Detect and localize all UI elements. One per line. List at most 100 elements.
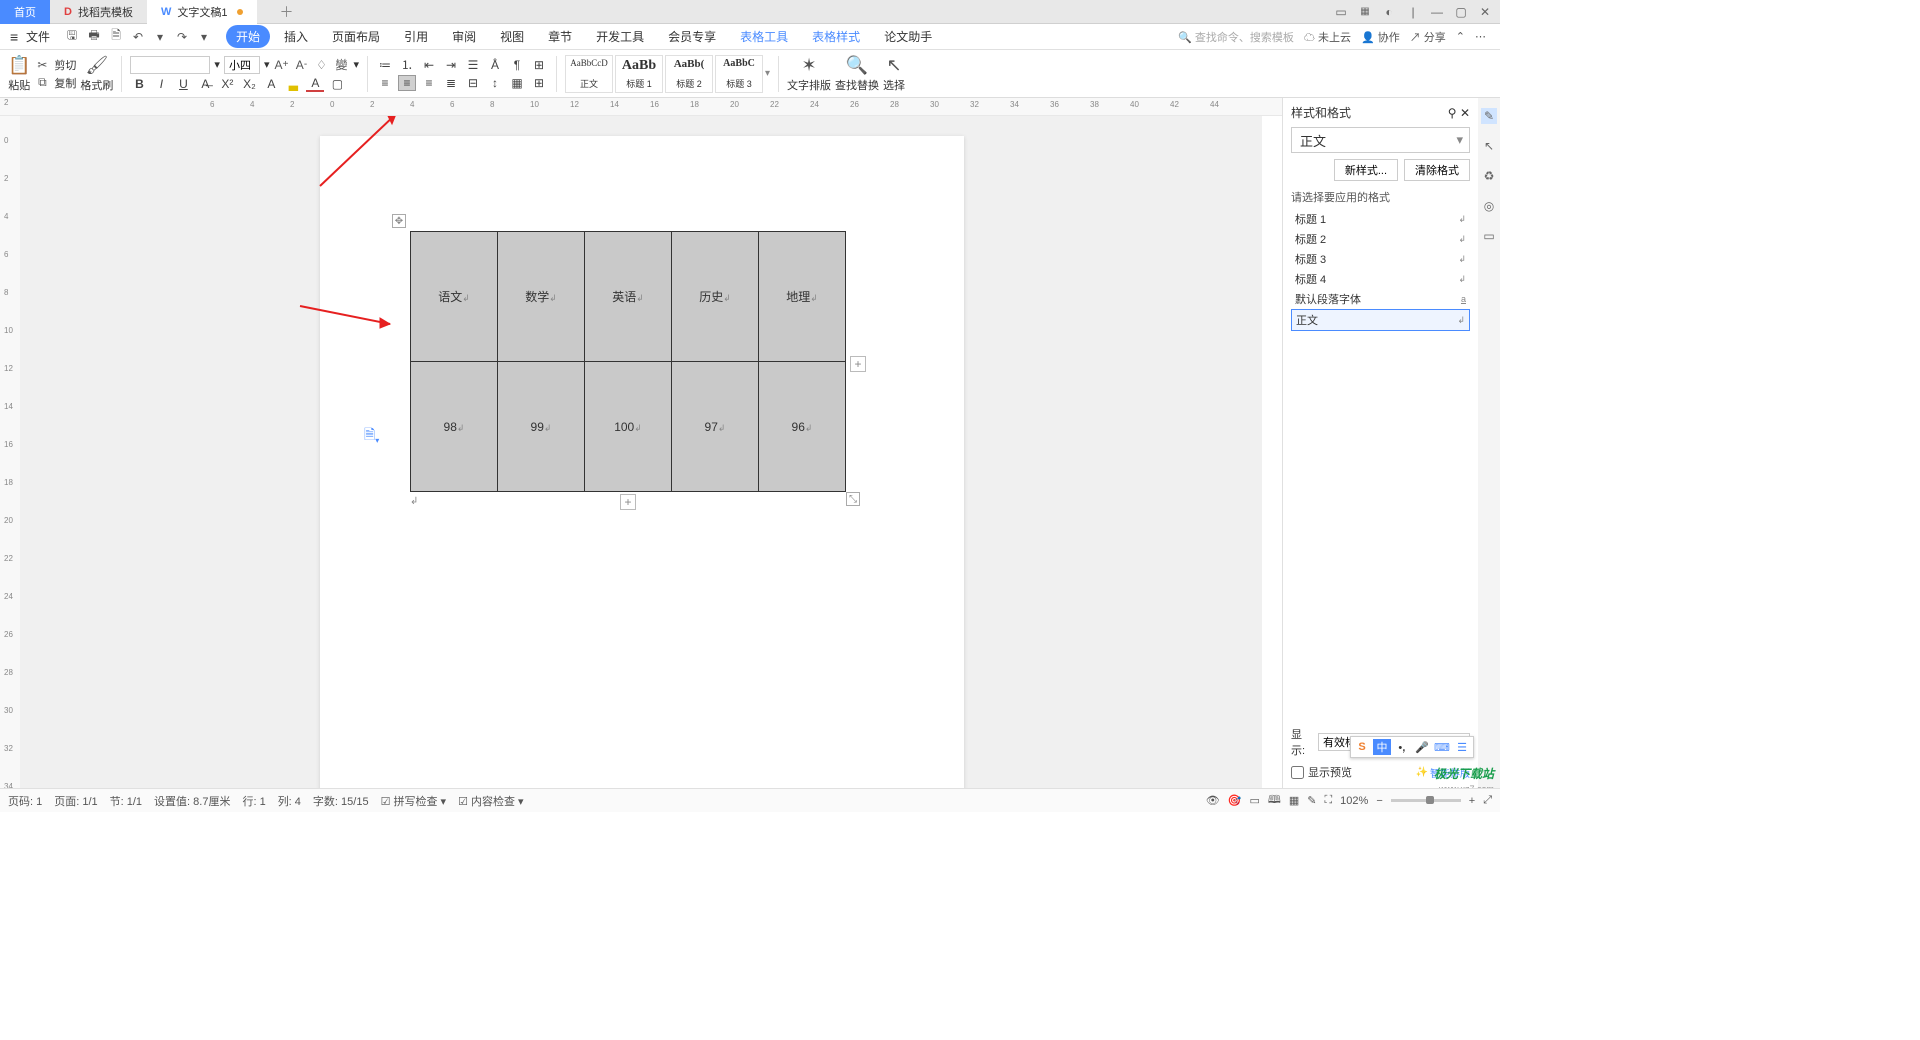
ime-punct-icon[interactable]: •ꓹ <box>1393 739 1411 755</box>
status-chars[interactable]: 字数: 15/15 <box>313 793 369 809</box>
style-item-h1[interactable]: 标题 1↲ <box>1291 209 1470 229</box>
page-options-icon[interactable]: 🗎▾ <box>364 424 379 448</box>
ime-lang[interactable]: 中 <box>1373 739 1391 755</box>
pencil-icon[interactable]: ✎ <box>1307 794 1316 807</box>
redo-icon[interactable]: ↷ <box>174 29 190 45</box>
menu-insert[interactable]: 插入 <box>274 25 318 48</box>
phonetic-icon[interactable]: 變 <box>333 58 349 72</box>
apps-icon[interactable]: ▦ <box>1354 3 1376 21</box>
borders-icon[interactable]: ⊞ <box>530 75 548 91</box>
style-item-default[interactable]: 默认段落字体a <box>1291 289 1470 309</box>
fit-icon[interactable]: ⛶ <box>1324 794 1332 807</box>
close-panel-icon[interactable]: ✕ <box>1460 106 1470 120</box>
cloud-status[interactable]: ☁ 未上云 <box>1304 29 1351 45</box>
bg-color-button[interactable]: ▢ <box>328 76 346 92</box>
dropdown-icon[interactable]: ▾ <box>196 29 212 45</box>
italic-button[interactable]: I <box>152 76 170 92</box>
dropdown-icon[interactable]: ▾ <box>264 58 270 71</box>
new-style-button[interactable]: 新样式... <box>1334 159 1398 181</box>
content-table[interactable]: 语文 数学 英语 历史 地理 98 99 100 97 96 <box>410 231 846 492</box>
underline-button[interactable]: U <box>174 76 192 92</box>
zoom-out-button[interactable]: − <box>1376 795 1382 807</box>
copy-button[interactable]: ⧉复制 <box>34 75 76 91</box>
layout-icon[interactable]: ▭ <box>1330 3 1352 21</box>
style-item-h3[interactable]: 标题 3↲ <box>1291 249 1470 269</box>
page[interactable]: ✥ 语文 数学 英语 历史 地理 98 99 100 97 96 + + ⤡ ↲… <box>320 136 964 788</box>
cut-button[interactable]: ✂剪切 <box>34 57 76 73</box>
font-color-button[interactable]: A <box>306 76 324 92</box>
close-button[interactable]: ✕ <box>1474 3 1496 21</box>
superscript-button[interactable]: X² <box>218 76 236 92</box>
print-icon[interactable]: 🖶 <box>86 29 102 45</box>
highlight-button[interactable]: ▃ <box>284 76 302 92</box>
status-page[interactable]: 页面: 1/1 <box>54 793 97 809</box>
pencil-icon[interactable]: ✎ <box>1481 108 1497 124</box>
file-menu[interactable]: 文件 <box>4 26 56 47</box>
maximize-button[interactable]: ▢ <box>1450 3 1472 21</box>
status-section[interactable]: 节: 1/1 <box>110 793 142 809</box>
style-item-body[interactable]: 正文↲ <box>1291 309 1470 331</box>
view-outline-icon[interactable]: 🕮 <box>1268 791 1281 810</box>
menu-thesis[interactable]: 论文助手 <box>874 25 942 48</box>
grow-font-icon[interactable]: A+ <box>273 58 289 72</box>
dropdown-icon[interactable]: ▾ <box>152 29 168 45</box>
show-marks-icon[interactable]: ¶ <box>508 57 526 73</box>
subscript-button[interactable]: X₂ <box>240 76 258 92</box>
decrease-indent-icon[interactable]: ⇤ <box>420 57 438 73</box>
smart-layout-button[interactable]: ✶文字排版 <box>787 55 831 93</box>
show-preview-checkbox[interactable] <box>1291 766 1304 779</box>
style-item-h2[interactable]: 标题 2↲ <box>1291 229 1470 249</box>
zoom-slider[interactable] <box>1391 799 1461 802</box>
share-button[interactable]: ↗ 分享 <box>1410 29 1446 45</box>
clear-format-button[interactable]: 清除格式 <box>1404 159 1470 181</box>
table-move-handle[interactable]: ✥ <box>392 214 406 228</box>
collapse-icon[interactable]: ⌃ <box>1456 30 1465 43</box>
add-row-button[interactable]: + <box>620 494 636 510</box>
eye-icon[interactable]: 👁 <box>1206 794 1220 807</box>
font-size-combo[interactable] <box>224 56 260 74</box>
increase-indent-icon[interactable]: ⇥ <box>442 57 460 73</box>
strike-button[interactable]: A̶ <box>196 76 214 92</box>
line-spacing-icon[interactable]: ↕ <box>486 75 504 91</box>
ime-mic-icon[interactable]: 🎤 <box>1413 739 1431 755</box>
fullscreen-icon[interactable]: ⤢ <box>1483 794 1492 807</box>
menu-dev[interactable]: 开发工具 <box>586 25 654 48</box>
bold-button[interactable]: B <box>130 76 148 92</box>
menu-table-style[interactable]: 表格样式 <box>802 25 870 48</box>
tab-home[interactable]: 首页 <box>0 0 50 24</box>
zoom-in-button[interactable]: + <box>1469 795 1475 807</box>
menu-view[interactable]: 视图 <box>490 25 534 48</box>
menu-chapter[interactable]: 章节 <box>538 25 582 48</box>
status-spell[interactable]: ☑ 拼写检查 ▾ <box>381 793 447 809</box>
change-case-button[interactable]: A <box>262 76 280 92</box>
table-resize-handle[interactable]: ⤡ <box>846 492 860 506</box>
align-center-icon[interactable]: ≡ <box>398 75 416 91</box>
align-left-icon[interactable]: ≡ <box>376 75 394 91</box>
reading-icon[interactable]: 🎯 <box>1228 794 1242 807</box>
style-item-h4[interactable]: 标题 4↲ <box>1291 269 1470 289</box>
dropdown-icon[interactable]: ▾ <box>353 58 359 71</box>
search-input[interactable]: 🔍 查找命令、搜索模板 <box>1178 29 1294 45</box>
align-right-icon[interactable]: ≡ <box>420 75 438 91</box>
paste-button[interactable]: 📋粘贴 <box>8 55 30 93</box>
menu-review[interactable]: 审阅 <box>442 25 486 48</box>
align-justify-icon[interactable]: ≣ <box>442 75 460 91</box>
menu-start[interactable]: 开始 <box>226 25 270 48</box>
shading-icon[interactable]: ▦ <box>508 75 526 91</box>
style-gallery[interactable]: AaBbCcD正文 AaBb标题 1 AaBb(标题 2 AaBbC标题 3 ▾ <box>565 55 770 93</box>
tab-new[interactable]: ＋ <box>257 0 315 24</box>
book-icon[interactable]: ▭ <box>1481 228 1497 244</box>
undo-icon[interactable]: ↶ <box>130 29 146 45</box>
target-icon[interactable]: ◎ <box>1481 198 1497 214</box>
ime-keyboard-icon[interactable]: ⌨ <box>1433 739 1451 755</box>
more-icon[interactable]: ⋯ <box>1475 30 1486 43</box>
clear-format-icon[interactable]: ♢ <box>313 58 329 72</box>
status-page-no[interactable]: 页码: 1 <box>8 793 42 809</box>
skin-icon[interactable]: ◐ <box>1378 3 1400 21</box>
pin-icon[interactable]: ⚲ <box>1448 106 1457 120</box>
number-list-icon[interactable]: ⒈ <box>398 57 416 73</box>
dropdown-icon[interactable]: ▾ <box>214 58 220 71</box>
tab-document[interactable]: W文字文稿1 <box>147 0 258 24</box>
zoom-value[interactable]: 102% <box>1340 795 1368 807</box>
minimize-button[interactable]: — <box>1426 3 1448 21</box>
